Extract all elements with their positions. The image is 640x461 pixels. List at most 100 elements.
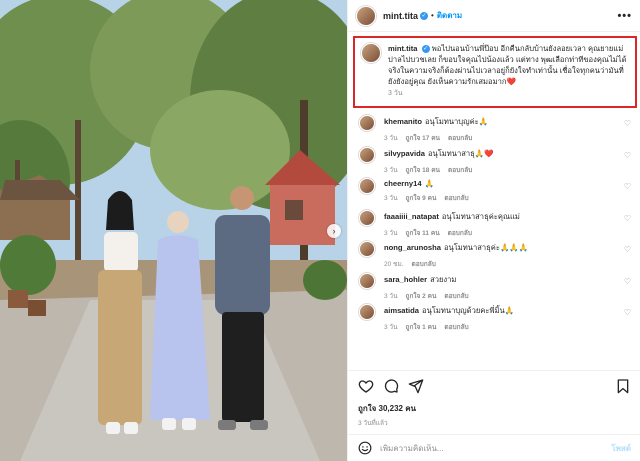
chevron-right-icon: › [332, 226, 336, 236]
emoji-button[interactable] [358, 441, 372, 455]
avatar[interactable] [359, 115, 375, 131]
comment-likes[interactable]: ถูกใจ 2 คน [406, 293, 437, 300]
verified-icon: ✓ [420, 11, 428, 20]
caption-username[interactable]: mint.tita [388, 44, 418, 53]
comment-like-button[interactable]: ♡ [624, 308, 631, 317]
comment-like-button[interactable]: ♡ [624, 119, 631, 128]
avatar[interactable] [359, 272, 375, 289]
comment-line: silvypavida อนุโมทนาสาธุ🙏❤️ [384, 148, 624, 160]
avatar[interactable] [361, 43, 381, 63]
emoji-icon [358, 441, 372, 455]
follow-button[interactable]: ติดตาม [437, 9, 462, 22]
comment-like-button[interactable]: ♡ [624, 151, 631, 160]
reply-button[interactable]: ตอบกลับ [448, 167, 472, 174]
comment-username[interactable]: sara_hohler [384, 275, 427, 284]
comment-username[interactable]: cheerny14 [384, 179, 422, 188]
heart-icon: ♡ [623, 119, 631, 128]
comment-likes[interactable]: ถูกใจ 18 คน [406, 167, 441, 174]
avatar[interactable] [356, 5, 376, 26]
comment-time: 3 วัน [384, 135, 398, 142]
save-button[interactable] [615, 378, 631, 394]
separator-dot: • [431, 11, 434, 20]
comment-line: khemanito อนุโมทนาบุญค่ะ🙏 [384, 116, 624, 128]
avatar[interactable] [359, 241, 375, 257]
comment-row: cheerny14 🙏 3 วัน ถูกใจ 9 คน ตอบกลับ ♡ [348, 174, 640, 206]
comment-line: nong_arunosha อนุโมทนาสาธุค่ะ🙏🙏🙏 [384, 242, 624, 254]
comment-body: khemanito อนุโมทนาบุญค่ะ🙏 3 วัน ถูกใจ 17 คน… [384, 111, 624, 143]
comment-username[interactable]: nong_arunosha [384, 243, 441, 252]
comment-text: อนุโมทนาบุญค่ะ🙏 [424, 117, 489, 126]
heart-icon [358, 379, 374, 393]
comment-like-button[interactable]: ♡ [624, 277, 631, 286]
more-options-icon[interactable]: ••• [617, 10, 632, 22]
comment-time: 3 วัน [384, 229, 398, 237]
comment-body: silvypavida อนุโมทนาสาธุ🙏❤️ 3 วัน ถูกใจ 18 … [384, 143, 624, 175]
post-photo[interactable]: › [0, 0, 347, 461]
comment-row: khemanito อนุโมทนาบุญค่ะ🙏 3 วัน ถูกใจ 17 คน… [348, 111, 640, 143]
comment-body: sara_hohler สวยงาม 3 วัน ถูกใจ 2 คน ตอบกลับ [384, 269, 624, 301]
likes-count[interactable]: ถูกใจ 30,232 คน [358, 402, 416, 415]
like-button[interactable] [358, 378, 374, 394]
comment-text: สวยงาม [430, 274, 457, 284]
comment-likes[interactable]: ถูกใจ 9 คน [406, 195, 437, 202]
post-side-panel: mint.tita ✓ • ติดตาม ••• mint.tita ✓ พอไ… [347, 0, 640, 461]
comment-like-button[interactable]: ♡ [624, 182, 631, 191]
comment-meta: 3 วัน ถูกใจ 17 คน ตอบกลับ [384, 133, 624, 143]
comment-text: อนุโมทนาบุญด้วยคะพี่มิ้น🙏 [422, 306, 515, 315]
heart-icon: ♡ [623, 245, 631, 254]
comment-meta: 3 วัน ถูกใจ 18 คน ตอบกลับ [384, 165, 624, 175]
verified-icon: ✓ [421, 45, 430, 53]
post-header: mint.tita ✓ • ติดตาม ••• [348, 0, 640, 32]
comments-list[interactable]: khemanito อนุโมทนาบุญค่ะ🙏 3 วัน ถูกใจ 17 คน… [348, 111, 640, 367]
comment-button[interactable] [383, 378, 399, 394]
share-icon [408, 378, 424, 393]
comment-text: อนุโมทนาสาธุ🙏❤️ [427, 148, 494, 158]
comment-like-button[interactable]: ♡ [624, 214, 631, 223]
reply-button[interactable]: ตอบกลับ [448, 230, 472, 237]
post-comment-button[interactable]: โพสต์ [611, 442, 631, 455]
comment-likes[interactable]: ถูกใจ 1 คน [406, 324, 437, 331]
caption-highlight: mint.tita ✓ พอไปนอนบ้านพี่ป๊อบ อีกคืนกลั… [353, 36, 637, 108]
comment-likes[interactable]: ถูกใจ 17 คน [406, 135, 441, 142]
comment-username[interactable]: aimsatida [384, 306, 419, 315]
reply-button[interactable]: ตอบกลับ [412, 261, 436, 268]
reply-button[interactable]: ตอบกลับ [448, 135, 472, 142]
comment-username[interactable]: khemanito [384, 117, 422, 126]
comment-meta: 3 วัน ถูกใจ 1 คน ตอบกลับ [384, 322, 624, 332]
comment-text: 🙏 [424, 179, 435, 188]
comment-username[interactable]: silvypavida [384, 149, 425, 158]
comment-row: sara_hohler สวยงาม 3 วัน ถูกใจ 2 คน ตอบกลับ ♡ [348, 269, 640, 301]
avatar[interactable] [359, 304, 375, 320]
heart-icon: ♡ [623, 213, 631, 223]
reply-button[interactable]: ตอบกลับ [444, 293, 468, 300]
comment-line: aimsatida อนุโมทนาบุญด้วยคะพี่มิ้น🙏 [384, 305, 624, 317]
comment-row: silvypavida อนุโมทนาสาธุ🙏❤️ 3 วัน ถูกใจ 18 … [348, 143, 640, 175]
comment-row: faaaiiii_natapat อนุโมทนาสาธุค่ะคุณแม่ 3 ว… [348, 206, 640, 238]
photo-illustration [0, 0, 347, 461]
next-photo-button[interactable]: › [327, 224, 341, 238]
add-comment-bar: โพสต์ [348, 434, 640, 461]
action-bar [348, 370, 640, 400]
comment-row: nong_arunosha อนุโมทนาสาธุค่ะ🙏🙏🙏 20 ชม. ตอบ… [348, 237, 640, 269]
comment-meta: 20 ชม. ตอบกลับ [384, 259, 624, 269]
reply-button[interactable]: ตอบกลับ [444, 324, 468, 331]
comment-like-button[interactable]: ♡ [624, 245, 631, 254]
comment-icon [384, 378, 399, 393]
comment-input[interactable] [380, 443, 612, 453]
avatar[interactable] [359, 178, 375, 194]
avatar[interactable] [359, 209, 375, 226]
comment-username[interactable]: faaaiiii_natapat [384, 212, 439, 221]
comment-time: 3 วัน [384, 195, 398, 202]
share-button[interactable] [408, 378, 424, 394]
post-date: 3 วันที่แล้ว [358, 420, 388, 427]
comment-meta: 3 วัน ถูกใจ 9 คน ตอบกลับ [384, 193, 624, 203]
comment-body: nong_arunosha อนุโมทนาสาธุค่ะ🙏🙏🙏 20 ชม. ตอบ… [384, 237, 624, 269]
avatar[interactable] [359, 146, 375, 163]
post-username[interactable]: mint.tita [383, 11, 418, 21]
reply-button[interactable]: ตอบกลับ [444, 195, 468, 202]
comment-time: 3 วัน [384, 324, 398, 331]
heart-icon: ♡ [623, 276, 631, 286]
comment-line: sara_hohler สวยงาม [384, 274, 624, 286]
comment-likes[interactable]: ถูกใจ 11 คน [406, 230, 440, 237]
comment-line: cheerny14 🙏 [384, 179, 624, 188]
